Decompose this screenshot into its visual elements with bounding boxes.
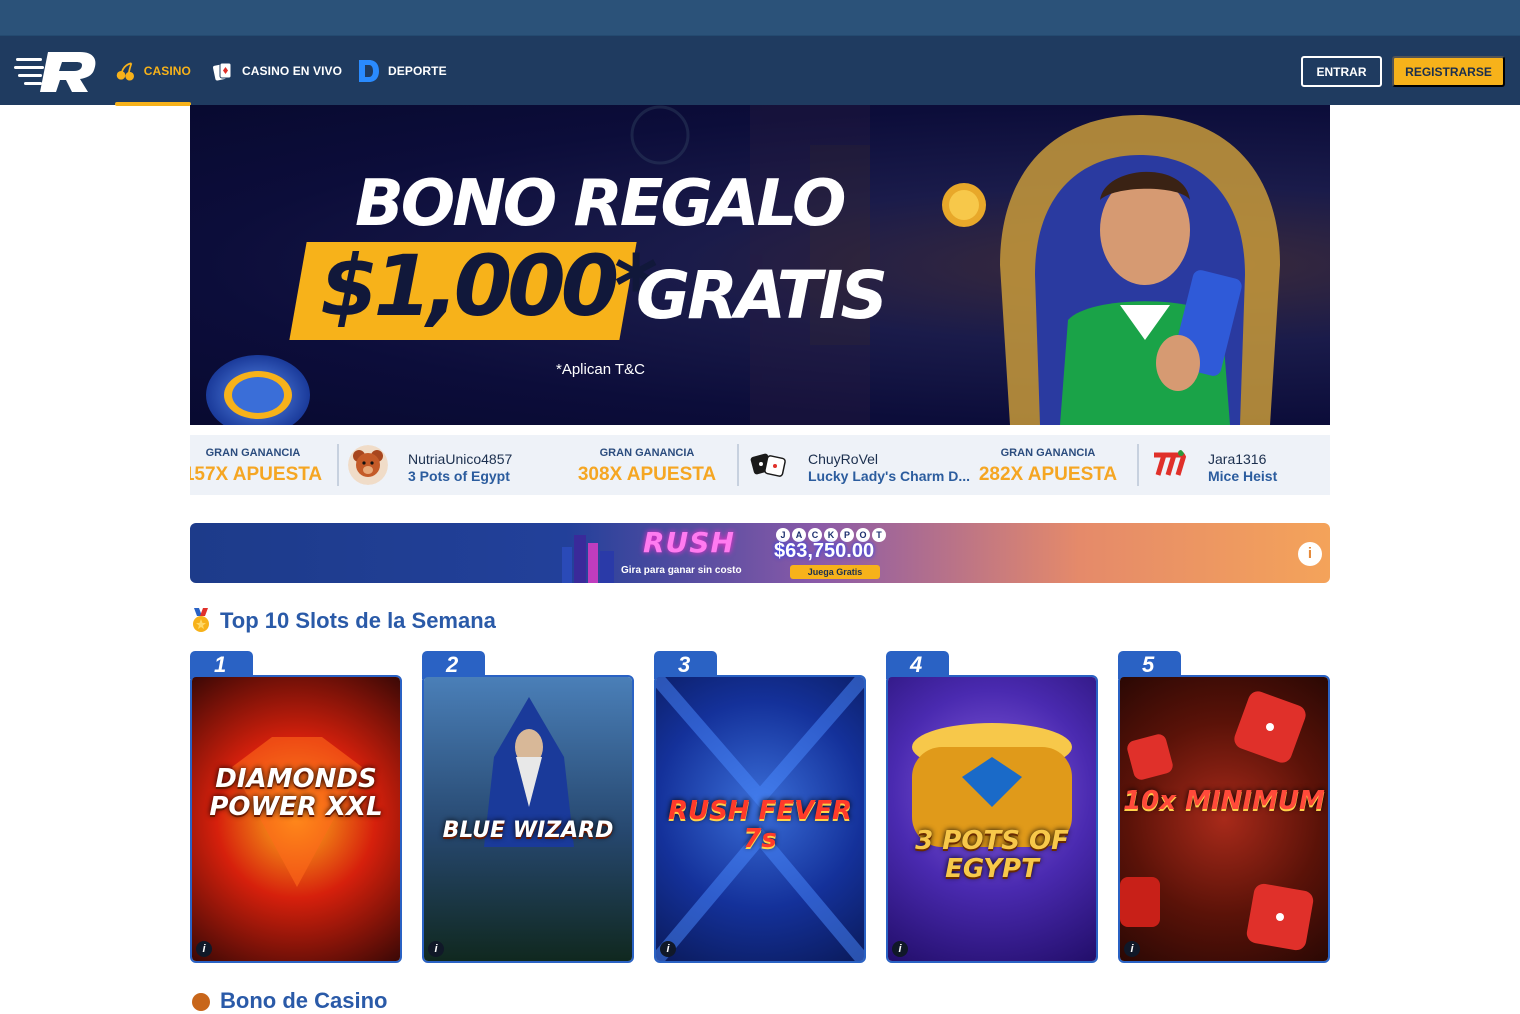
promo-hero-banner[interactable]: BONO REGALO $1,000* GRATIS *Aplican T&C xyxy=(190,105,1330,425)
sports-d-icon xyxy=(359,60,379,82)
brand-logo[interactable] xyxy=(14,48,98,94)
jackpot-subtitle: Gira para ganar sin costo xyxy=(621,565,742,576)
tab-live-casino[interactable]: CASINO EN VIVO xyxy=(212,36,342,106)
playing-cards-icon xyxy=(213,62,232,81)
win-entry[interactable]: ChuyRoVel Lucky Lady's Charm D... xyxy=(738,435,978,495)
slot-title: DIAMONDS POWER XXL xyxy=(209,764,383,822)
slot-card[interactable]: 3 RUSH FEVER 7s i xyxy=(654,651,866,963)
win-entry[interactable]: Jara1316 Mice Heist xyxy=(1138,435,1330,495)
slot-thumbnail[interactable]: DIAMONDS POWER XXL i xyxy=(190,675,402,963)
medal-icon xyxy=(193,608,209,632)
slot-thumbnail[interactable]: 3 POTS OF EGYPT i xyxy=(886,675,1098,963)
slot-thumbnail[interactable]: 10x MINIMUM i xyxy=(1118,675,1330,963)
hero-gratis: GRATIS xyxy=(636,257,888,334)
slot-title: 10x MINIMUM xyxy=(1123,786,1325,816)
win-label: GRAN GANANCIA xyxy=(599,447,695,459)
tab-live-casino-label: CASINO EN VIVO xyxy=(242,64,343,78)
slot-title: BLUE WIZARD xyxy=(442,818,614,843)
tab-sports-label: DEPORTE xyxy=(388,64,447,78)
slot-card[interactable]: 2 BLUE WIZARD i xyxy=(422,651,634,963)
win-value: 308X APUESTA xyxy=(577,464,717,485)
win-multiplier: GRAN GANANCIA 308X APUESTA xyxy=(572,435,722,495)
login-button[interactable]: ENTRAR xyxy=(1301,56,1382,87)
tab-sports[interactable]: DEPORTE xyxy=(358,36,447,106)
info-icon[interactable]: i xyxy=(196,941,212,957)
section-title: Top 10 Slots de la Semana xyxy=(220,608,496,633)
slot-title: RUSH FEVER 7s xyxy=(667,796,853,854)
jackpot-amount: $63,750.00 xyxy=(774,540,875,562)
hero-presenter-image xyxy=(1000,115,1280,425)
win-multiplier: GRAN GANANCIA 157X APUESTA xyxy=(190,435,328,495)
hero-title: BONO REGALO xyxy=(355,167,846,241)
slot-thumbnail[interactable]: BLUE WIZARD i xyxy=(422,675,634,963)
slot-card[interactable]: 1 DIAMONDS POWER XXL i xyxy=(190,651,402,963)
slot-thumbnail[interactable]: RUSH FEVER 7s i xyxy=(654,675,866,963)
slot-card[interactable]: 4 3 POTS OF EGYPT i xyxy=(886,651,1098,963)
hero-terms: *Aplican T&C xyxy=(556,361,645,378)
tab-casino[interactable]: CASINO xyxy=(115,36,191,106)
cherries-icon xyxy=(116,62,134,81)
lucky-777-icon xyxy=(1154,450,1187,476)
info-icon[interactable]: i xyxy=(1298,542,1322,566)
info-icon[interactable]: i xyxy=(1124,941,1140,957)
slot-title: 3 POTS OF EGYPT xyxy=(915,826,1069,884)
win-username: Jara1316 xyxy=(1208,451,1267,467)
bonus-icon xyxy=(192,993,210,1011)
rush-logo: RUSH xyxy=(643,526,735,559)
win-game: 3 Pots of Egypt xyxy=(408,468,510,484)
win-game: Mice Heist xyxy=(1208,468,1278,484)
register-button[interactable]: REGISTRARSE xyxy=(1392,56,1505,87)
win-username: NutriaUnico4857 xyxy=(408,451,513,467)
info-icon[interactable]: i xyxy=(428,941,444,957)
casino-bonus-heading: Bono de Casino xyxy=(190,988,387,1014)
big-wins-ticker: GRAN GANANCIA 157X APUESTA NutriaUnico48… xyxy=(190,435,1330,495)
section-title: Bono de Casino xyxy=(220,988,388,1013)
win-label: GRAN GANANCIA xyxy=(205,447,301,459)
top-strip xyxy=(0,0,1520,35)
win-value: 282X APUESTA xyxy=(978,464,1118,485)
city-skyline-art xyxy=(562,535,614,583)
red-dice-art xyxy=(1120,691,1314,951)
hero-amount: $1,000* xyxy=(320,237,658,335)
teddy-bear-icon xyxy=(348,445,388,485)
win-game: Lucky Lady's Charm D... xyxy=(808,468,971,484)
win-value: 157X APUESTA xyxy=(190,464,323,485)
top-slots-heading: Top 10 Slots de la Semana xyxy=(190,608,496,634)
win-label: GRAN GANANCIA xyxy=(1000,447,1096,459)
win-multiplier: GRAN GANANCIA 282X APUESTA xyxy=(973,435,1123,495)
slot-card[interactable]: 5 10x MINIMUM i xyxy=(1118,651,1330,963)
play-free-button[interactable]: Juega Gratis xyxy=(790,565,880,579)
info-icon[interactable]: i xyxy=(892,941,908,957)
tab-casino-label: CASINO xyxy=(143,64,191,78)
info-icon[interactable]: i xyxy=(660,941,676,957)
dice-icon xyxy=(750,453,786,477)
win-username: ChuyRoVel xyxy=(808,451,879,467)
main-navbar: CASINO CASINO EN VIVO DEPORTE ENTRAR REG… xyxy=(0,35,1520,106)
win-entry[interactable]: NutriaUnico4857 3 Pots of Egypt xyxy=(338,435,578,495)
rush-jackpot-banner[interactable]: RUSH Gira para ganar sin costo J A C K P… xyxy=(190,523,1330,583)
